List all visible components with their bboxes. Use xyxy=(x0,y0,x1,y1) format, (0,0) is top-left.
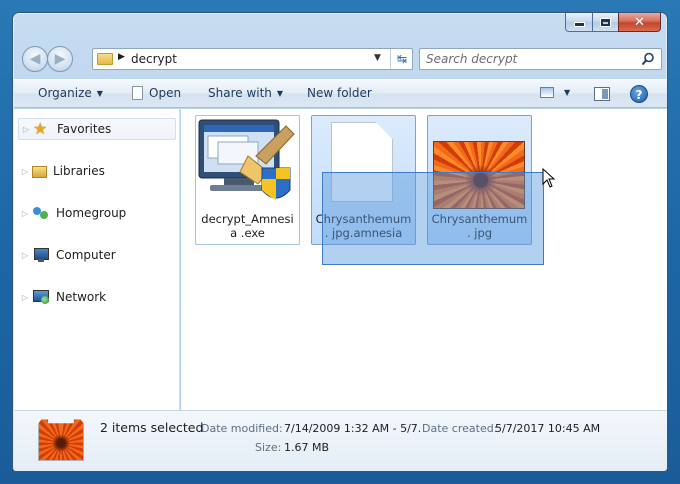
nav-item-label: Homegroup xyxy=(56,206,127,220)
maximize-icon xyxy=(601,18,610,26)
share-with-label: Share with xyxy=(208,86,272,100)
expand-arrow-icon[interactable]: ▷ xyxy=(19,125,33,134)
folder-icon xyxy=(97,53,113,65)
breadcrumb-decrypt[interactable]: decrypt xyxy=(131,52,177,66)
date-created-label: Date created: xyxy=(422,422,498,435)
installer-exe-icon xyxy=(198,119,295,200)
title-buttons: ✕ xyxy=(565,13,661,32)
refresh-button[interactable]: ↹ xyxy=(390,49,413,69)
open-document-icon xyxy=(132,86,143,100)
minimize-icon xyxy=(573,22,585,27)
chevron-down-icon: ▼ xyxy=(96,88,103,98)
nav-item-label: Favorites xyxy=(57,122,112,136)
search-box[interactable] xyxy=(419,48,662,70)
new-folder-button[interactable]: New folder xyxy=(307,86,372,100)
expand-arrow-icon[interactable]: ▷ xyxy=(18,251,32,260)
nav-item-computer[interactable]: ▷ Computer xyxy=(18,244,176,266)
maximize-button[interactable] xyxy=(592,13,618,32)
selection-thumbnail xyxy=(38,419,84,461)
command-bar: Organize ▼ Open Share with ▼ New folder … xyxy=(14,79,667,108)
star-icon: ★ xyxy=(33,119,48,138)
libraries-icon xyxy=(32,166,47,178)
selection-rectangle xyxy=(322,172,544,265)
share-with-button[interactable]: Share with ▼ xyxy=(208,86,283,100)
forward-button[interactable]: ▶ xyxy=(47,46,73,72)
open-button[interactable]: Open xyxy=(132,86,181,100)
change-view-button[interactable]: ▼ xyxy=(540,87,570,98)
nav-item-favorites[interactable]: ▷ ★ Favorites xyxy=(18,118,176,140)
back-arrow-icon: ◀ xyxy=(29,51,41,67)
date-created-value: 5/7/2017 10:45 AM xyxy=(495,422,601,435)
selection-count: 2 items selected xyxy=(100,420,204,435)
nav-item-homegroup[interactable]: ▷ Homegroup xyxy=(18,202,176,224)
organize-label: Organize xyxy=(38,86,92,100)
help-icon[interactable]: ? xyxy=(630,85,648,103)
homegroup-icon xyxy=(32,205,50,221)
nav-item-label: Computer xyxy=(56,248,116,262)
views-icon xyxy=(540,87,554,98)
open-label: Open xyxy=(149,86,182,100)
navigation-pane: ▷ ★ Favorites ▷ Libraries ▷ Homegroup ▷ … xyxy=(14,109,180,410)
close-icon: ✕ xyxy=(634,14,645,30)
size-label: Size: xyxy=(255,441,282,454)
chevron-down-icon: ▼ xyxy=(276,88,284,98)
size-value: 1.67 MB xyxy=(284,441,330,454)
nav-buttons: ◀ ▶ xyxy=(22,46,80,72)
address-bar[interactable]: ▶ decrypt ▼ ↹ xyxy=(92,48,413,70)
date-modified-label: Date modified: xyxy=(201,422,283,435)
chevron-down-icon: ▼ xyxy=(564,88,571,97)
organize-button[interactable]: Organize ▼ xyxy=(38,86,103,100)
forward-arrow-icon: ▶ xyxy=(54,51,66,67)
nav-item-network[interactable]: ▷ Network xyxy=(18,286,176,308)
new-folder-label: New folder xyxy=(307,86,372,100)
date-modified-value: 7/14/2009 1:32 AM - 5/7... xyxy=(284,422,420,435)
network-icon xyxy=(32,289,50,305)
expand-arrow-icon[interactable]: ▷ xyxy=(18,167,32,176)
breadcrumb-arrow-icon[interactable]: ▶ xyxy=(118,52,125,62)
details-pane: 2 items selected Date modified: 7/14/200… xyxy=(14,410,667,471)
minimize-button[interactable] xyxy=(565,13,592,32)
nav-item-label: Libraries xyxy=(53,164,105,178)
address-dropdown-icon[interactable]: ▼ xyxy=(374,53,381,63)
file-name: decrypt_Amnesia .exe xyxy=(201,212,294,240)
file-item-decrypt-amnesia-exe[interactable]: decrypt_Amnesia .exe xyxy=(195,115,300,245)
nav-item-label: Network xyxy=(56,290,107,304)
expand-arrow-icon[interactable]: ▷ xyxy=(18,293,32,302)
expand-arrow-icon[interactable]: ▷ xyxy=(18,209,32,218)
mouse-cursor-icon xyxy=(542,168,556,188)
preview-pane-icon[interactable] xyxy=(594,87,610,101)
search-icon[interactable] xyxy=(641,52,655,66)
computer-icon xyxy=(32,247,50,263)
refresh-icon: ↹ xyxy=(396,52,408,66)
nav-item-libraries[interactable]: ▷ Libraries xyxy=(18,160,176,182)
close-button[interactable]: ✕ xyxy=(618,13,661,32)
search-input[interactable] xyxy=(426,51,636,67)
back-button[interactable]: ◀ xyxy=(22,46,48,72)
